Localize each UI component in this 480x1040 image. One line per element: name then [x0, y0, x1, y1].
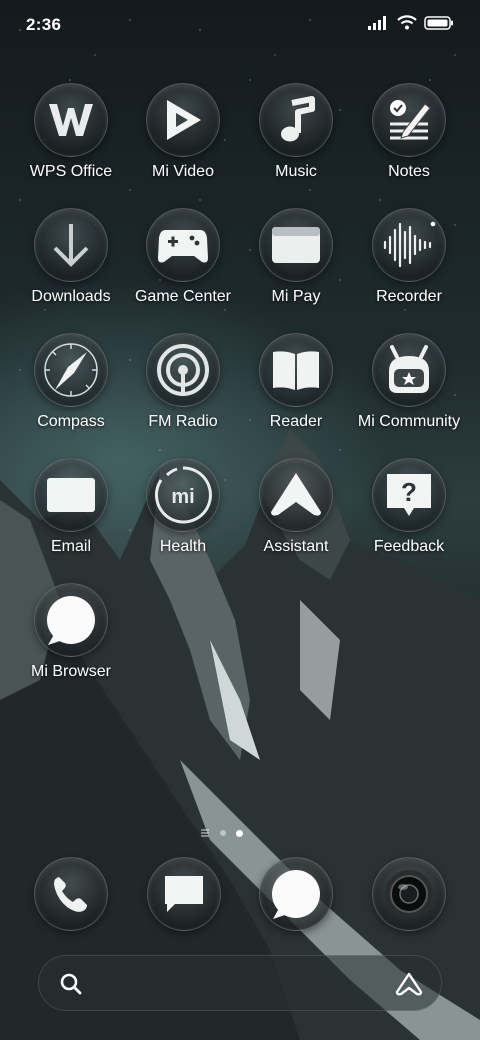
app-label: Assistant	[263, 538, 329, 555]
waveform-icon	[372, 208, 446, 282]
wps-office-icon	[34, 83, 108, 157]
notes-pen-icon	[372, 83, 446, 157]
app-reader[interactable]: Reader	[240, 333, 352, 431]
app-mi-community[interactable]: Mi Community	[353, 333, 465, 431]
app-label: Mi Video	[152, 163, 214, 180]
app-mi-browser[interactable]: Mi Browser	[15, 583, 127, 681]
app-feedback[interactable]: ? Feedback	[353, 458, 465, 556]
app-label: Health	[159, 538, 207, 555]
assistant-icon[interactable]	[395, 971, 423, 997]
assistant-a-icon	[259, 458, 333, 532]
play-icon	[146, 83, 220, 157]
page-dot	[220, 830, 226, 836]
music-note-icon	[259, 83, 333, 157]
app-wps-office[interactable]: WPS Office	[15, 83, 127, 181]
app-fm-radio[interactable]: FM Radio	[127, 333, 239, 431]
app-health[interactable]: mi Health	[127, 458, 239, 556]
message-icon	[165, 876, 203, 912]
camera-lens-icon	[385, 870, 433, 918]
app-assistant[interactable]: Assistant	[240, 458, 352, 556]
app-label: Feedback	[373, 538, 445, 555]
search-bar[interactable]	[38, 955, 442, 1011]
app-mi-pay[interactable]: Mi Pay	[240, 208, 352, 306]
signal-icon	[368, 15, 386, 30]
status-time: 2:36	[26, 15, 62, 34]
radio-broadcast-icon	[146, 333, 220, 407]
status-bar: 2:36	[0, 0, 480, 50]
app-label: Music	[275, 163, 317, 180]
mi-bunny-icon	[372, 333, 446, 407]
page-indicator[interactable]	[200, 828, 243, 838]
app-label: WPS Office	[29, 163, 113, 180]
app-label: Email	[50, 538, 91, 555]
browser-bubble-icon	[34, 583, 108, 657]
download-arrow-icon	[34, 208, 108, 282]
app-label: Mi Browser	[30, 663, 111, 680]
svg-text:mi: mi	[171, 486, 194, 508]
page-list-icon	[201, 829, 209, 837]
app-label: Compass	[37, 413, 105, 430]
question-bubble-icon: ?	[372, 458, 446, 532]
app-label: Notes	[388, 163, 430, 180]
envelope-icon	[34, 458, 108, 532]
app-label: Downloads	[31, 288, 111, 305]
compass-icon	[34, 333, 108, 407]
gamepad-icon	[146, 208, 220, 282]
app-downloads[interactable]: Downloads	[15, 208, 127, 306]
chat-bubble-icon	[272, 870, 320, 919]
battery-icon	[424, 15, 453, 30]
svg-text:?: ?	[401, 477, 417, 507]
page-dot-active	[236, 829, 243, 837]
app-mi-video[interactable]: Mi Video	[127, 83, 239, 181]
app-label: Reader	[269, 413, 323, 430]
wifi-icon	[397, 15, 417, 30]
app-email[interactable]: Email	[15, 458, 127, 556]
app-label: Mi Pay	[271, 288, 321, 305]
dock-phone[interactable]	[34, 857, 108, 931]
app-game-center[interactable]: Game Center	[127, 208, 239, 306]
app-recorder[interactable]: Recorder	[353, 208, 465, 306]
wallet-card-icon	[259, 208, 333, 282]
mi-ring-icon: mi	[146, 458, 220, 532]
app-label: FM Radio	[148, 413, 218, 430]
app-label: Game Center	[134, 288, 232, 305]
phone-icon	[54, 877, 87, 912]
app-compass[interactable]: Compass	[15, 333, 127, 431]
search-icon[interactable]	[59, 972, 83, 996]
app-label: Mi Community	[357, 413, 461, 430]
app-label: Recorder	[376, 288, 442, 305]
open-book-icon	[259, 333, 333, 407]
app-notes[interactable]: Notes	[353, 83, 465, 181]
dock-browser[interactable]	[259, 857, 333, 931]
dock-messages[interactable]	[147, 857, 221, 931]
dock-camera[interactable]	[372, 857, 446, 931]
app-music[interactable]: Music	[240, 83, 352, 181]
